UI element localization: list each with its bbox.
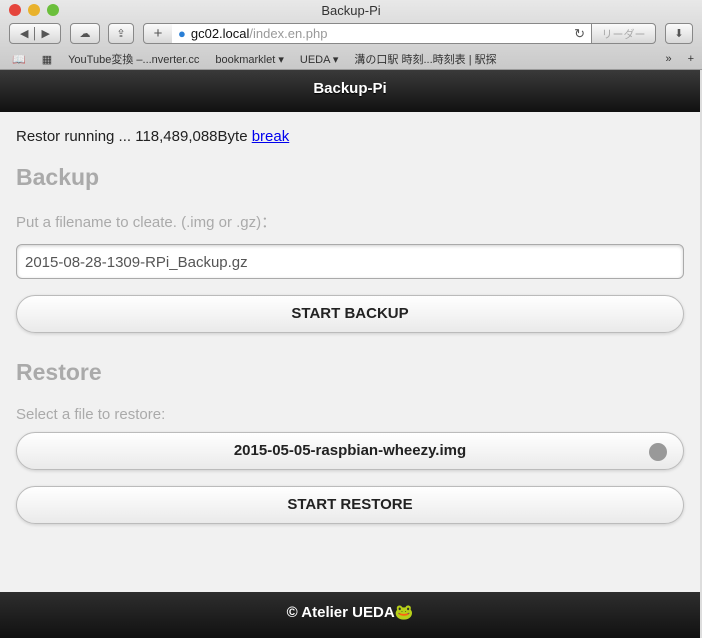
restore-file-value: 2015-05-05-raspbian-wheezy.img <box>233 442 467 459</box>
page-footer: © Atelier UEDA🐸 <box>0 592 700 638</box>
globe-icon: ● <box>178 26 186 41</box>
downloads-icon[interactable]: ⬇ <box>665 23 693 44</box>
add-bookmark-button[interactable]: + <box>143 23 173 44</box>
frog-icon: 🐸 <box>394 604 414 621</box>
top-sites-icon[interactable]: ▦ <box>42 53 52 66</box>
url-bar[interactable]: ● gc02.local/index.en.php ↻ <box>172 23 592 44</box>
footer-text: © Atelier UEDA <box>286 604 395 621</box>
bookmark-item[interactable]: 溝の口駅 時刻...時刻表 | 駅探 <box>354 51 496 67</box>
url-host: gc02.local <box>190 26 250 41</box>
break-link[interactable]: break <box>252 128 290 145</box>
more-bookmarks-icon[interactable]: » <box>665 53 671 65</box>
select-indicator-icon <box>649 443 667 461</box>
reader-button[interactable]: リーダー <box>591 23 656 44</box>
icloud-icon[interactable]: ☁ <box>70 23 100 44</box>
url-path: /index.en.php <box>249 26 328 41</box>
backup-heading: Backup <box>16 164 100 190</box>
restore-file-label: Select a file to restore: <box>16 406 166 423</box>
restore-heading: Restore <box>16 359 102 385</box>
backup-filename-label: Put a filename to cleate. (.img or .gz)： <box>16 214 277 231</box>
backup-filename-input[interactable]: 2015-08-28-1309-RPi_Backup.gz <box>16 244 684 279</box>
share-icon[interactable]: ⇪ <box>108 23 134 44</box>
restore-status: Restor running ... 118,489,088Byte break <box>16 128 684 145</box>
bookmark-item[interactable]: bookmarklet ▾ <box>215 53 284 66</box>
restore-file-select[interactable]: 2015-05-05-raspbian-wheezy.img <box>16 432 684 470</box>
bookmark-item[interactable]: YouTube変換 –...nverter.cc <box>68 51 199 67</box>
reading-list-icon[interactable]: 📖 <box>12 53 26 66</box>
reload-icon[interactable]: ↻ <box>574 26 585 42</box>
browser-toolbar: Backup-Pi ◀ │ ▶ ☁ ⇪ + ● gc02.local/index… <box>0 0 702 70</box>
start-restore-button[interactable]: START RESTORE <box>16 486 684 524</box>
bookmark-item[interactable]: UEDA ▾ <box>300 53 339 66</box>
back-forward-button[interactable]: ◀ │ ▶ <box>9 23 61 44</box>
window-title: Backup-Pi <box>321 3 381 18</box>
new-tab-button[interactable]: + <box>688 53 694 65</box>
start-backup-button[interactable]: START BACKUP <box>16 295 684 333</box>
status-text: Restor running ... 118,489,088Byte <box>16 128 252 145</box>
bookmarks-bar: 📖 ▦ YouTube変換 –...nverter.cc bookmarklet… <box>0 50 702 68</box>
page-header: Backup-Pi <box>0 70 700 112</box>
main-content: Restor running ... 118,489,088Byte break… <box>0 112 700 592</box>
